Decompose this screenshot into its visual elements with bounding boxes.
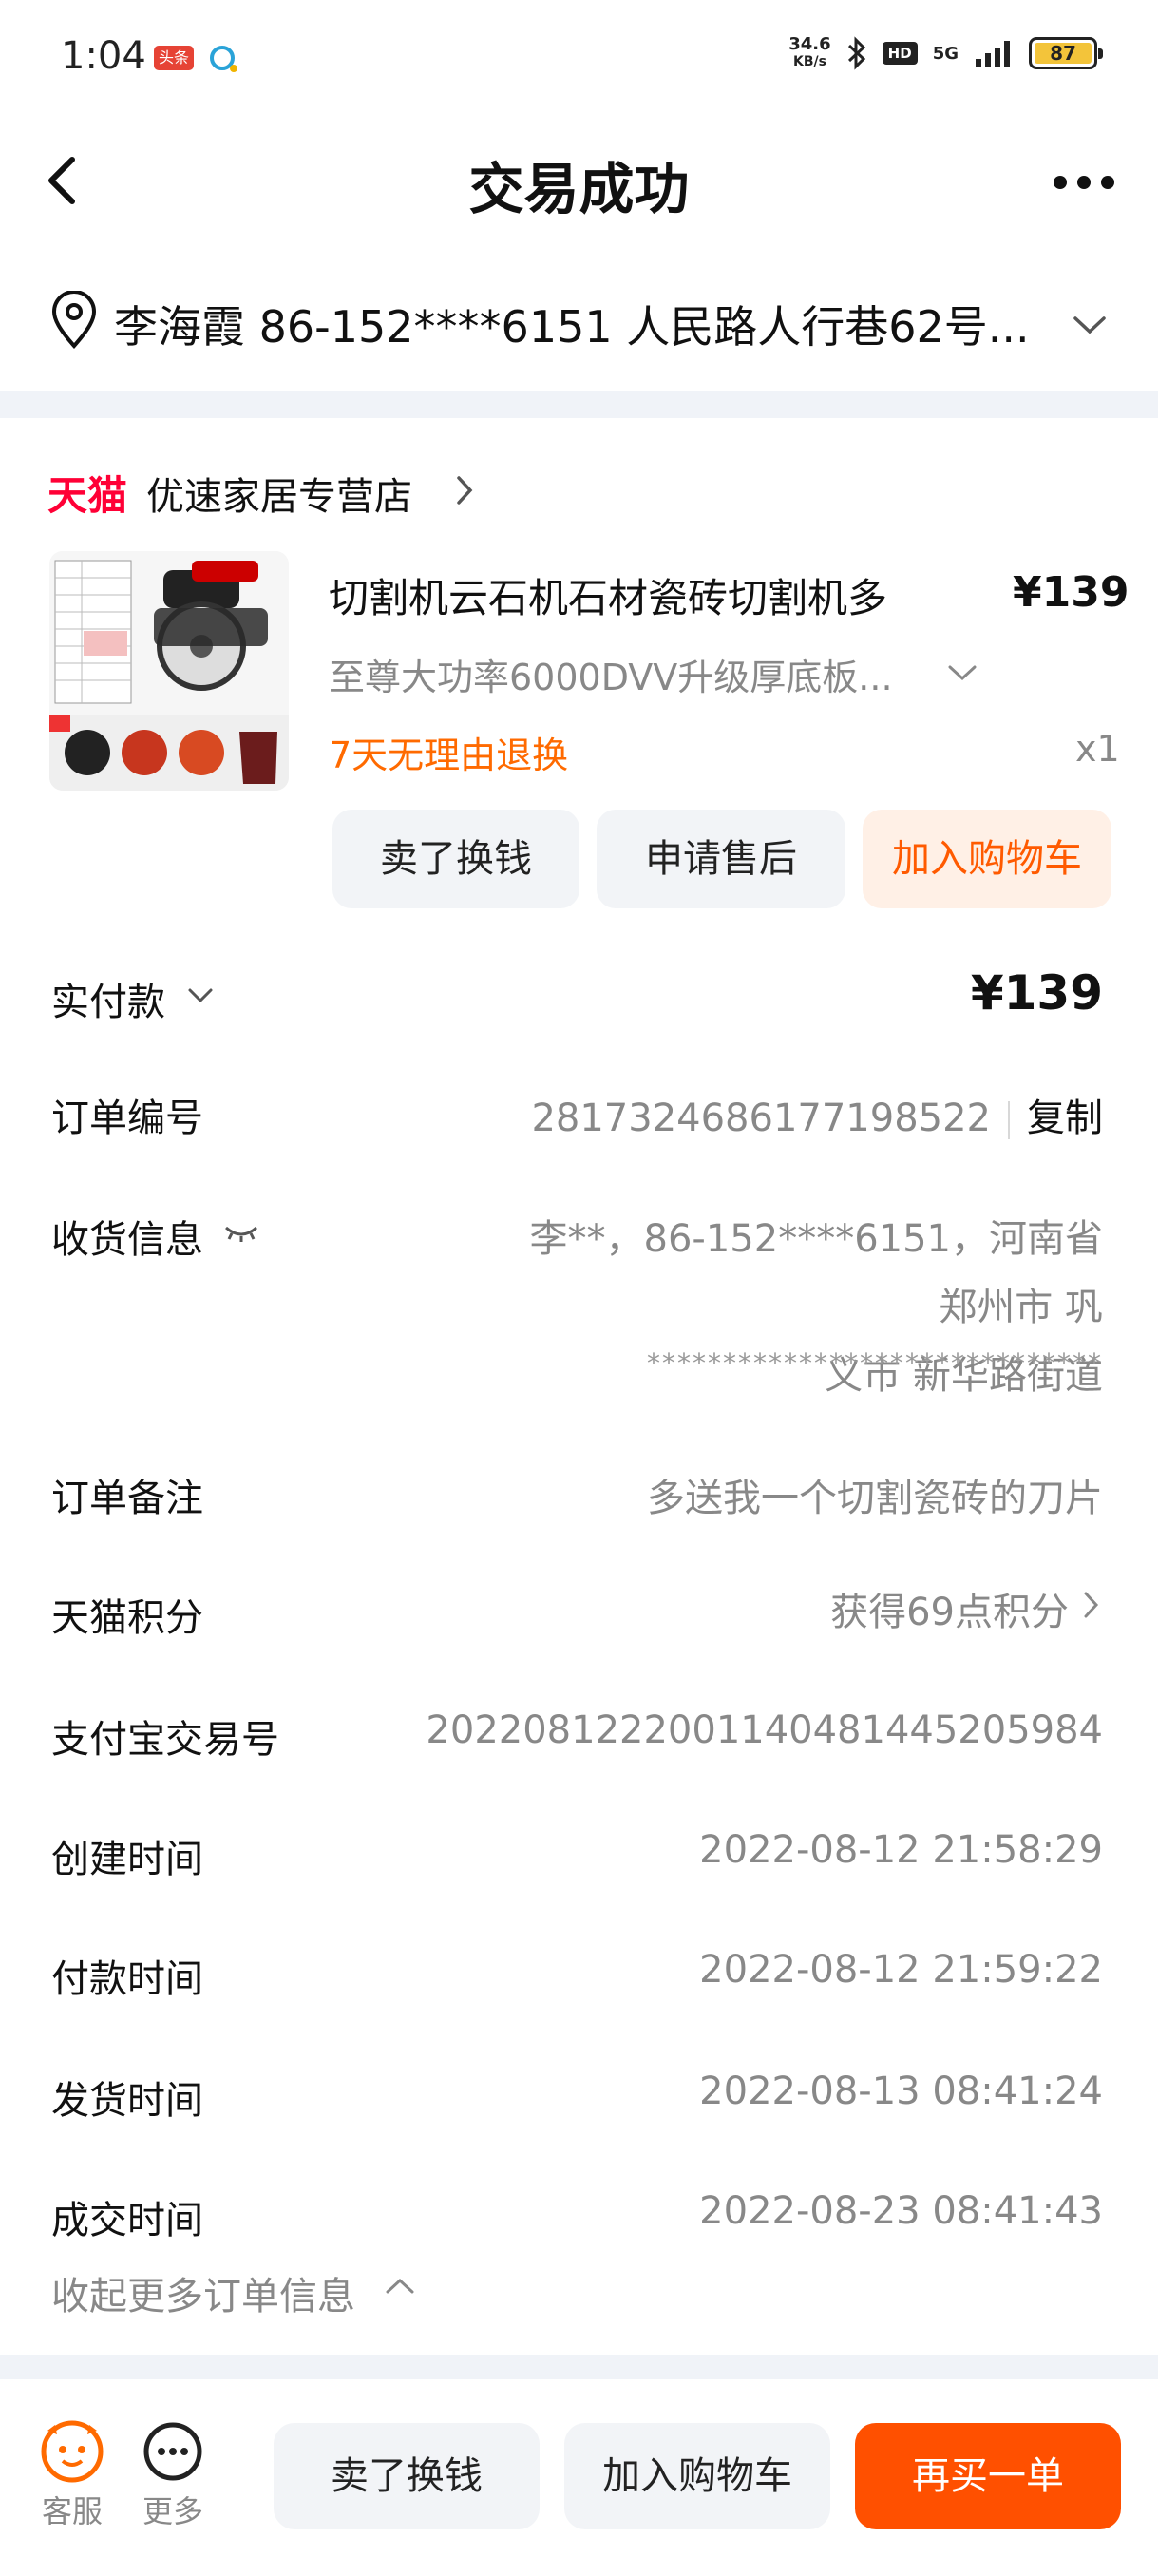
paid-chevron-down-icon[interactable] [186, 986, 215, 1005]
more-label: 更多 [142, 2493, 203, 2529]
battery-icon: 87 [1029, 37, 1103, 69]
customer-service-label: 客服 [41, 2493, 103, 2529]
sku-chevron-down-icon[interactable] [946, 663, 978, 684]
order-number-label: 订单编号 [51, 1097, 203, 1140]
tmall-logo: 天猫 [47, 472, 128, 519]
address-text: 李海霞 86-152****6151 人民路人行巷62号... [114, 301, 1030, 353]
buy-again-button[interactable]: 再买一单 [855, 2423, 1121, 2529]
shipped-time-value: 2022-08-13 08:41:24 [699, 2070, 1103, 2113]
bottom-add-to-cart-button[interactable]: 加入购物车 [564, 2423, 830, 2529]
order-number-row: 2817324686177198522 复制 [531, 1087, 1103, 1142]
customer-service-icon [41, 2420, 104, 2483]
divider [1008, 1101, 1010, 1139]
status-time: 1:04 [61, 34, 146, 78]
section-divider [0, 391, 1158, 418]
copy-button[interactable]: 复制 [1027, 1097, 1103, 1140]
more-circle-icon [143, 2422, 202, 2481]
chevron-right-icon[interactable] [454, 473, 475, 507]
signal-icon [976, 41, 1010, 67]
more-button[interactable]: 更多 [135, 2417, 211, 2531]
tmall-points-label: 天猫积分 [51, 1596, 203, 1640]
sell-button[interactable]: 卖了换钱 [332, 810, 579, 908]
deal-time-value: 2022-08-23 08:41:43 [699, 2189, 1103, 2233]
alipay-value: 2022081222001140481445205984 [426, 1708, 1103, 1752]
product-quantity: x1 [1075, 728, 1120, 770]
shipped-time-label: 发货时间 [51, 2079, 203, 2123]
bottom-sell-button[interactable]: 卖了换钱 [274, 2423, 540, 2529]
toutiao-badge: 头条 [154, 46, 194, 70]
eye-closed-icon[interactable] [222, 1222, 260, 1243]
paid-time-label: 付款时间 [51, 1957, 203, 2001]
product-image[interactable] [49, 551, 289, 791]
product-title[interactable]: 切割机云石机石材瓷砖切割机多 [329, 566, 887, 624]
return-policy: 7天无理由退换 [329, 735, 569, 776]
points-chevron-right-icon[interactable] [1081, 1589, 1102, 1621]
created-time-value: 2022-08-12 21:58:29 [699, 1828, 1103, 1872]
created-time-label: 创建时间 [51, 1838, 203, 1881]
network-type: 5G [932, 43, 959, 64]
more-dots-icon[interactable] [1051, 163, 1117, 201]
location-pin-icon [51, 291, 97, 350]
order-note-value: 多送我一个切割瓷砖的刀片 [647, 1477, 1103, 1520]
shop-name[interactable]: 优速家居专营店 [146, 466, 412, 521]
tmall-points-value[interactable]: 获得69点积分 [830, 1581, 1069, 1636]
section-divider [0, 2355, 1158, 2379]
collapse-order-info[interactable]: 收起更多订单信息 [51, 2265, 355, 2320]
add-to-cart-button[interactable]: 加入购物车 [863, 810, 1111, 908]
status-bar: 1:04 头条 34.6 KB/s HD 5G 87 [0, 0, 1158, 114]
chat-bubble-icon [210, 46, 237, 72]
customer-service-button[interactable]: 客服 [34, 2417, 110, 2531]
paid-label[interactable]: 实付款 [51, 971, 165, 1026]
chevron-up-icon[interactable] [384, 2275, 416, 2298]
shipping-info-label: 收货信息 [51, 1218, 203, 1262]
shipping-detail-masked: ****************************** [647, 1347, 1103, 1379]
deal-time-label: 成交时间 [51, 2199, 203, 2242]
product-sku[interactable]: 至尊大功率6000DVV升级厚底板... [329, 648, 893, 700]
order-number-value: 2817324686177198522 [531, 1097, 991, 1140]
net-speed: 34.6 KB/s [788, 34, 831, 70]
page-title: 交易成功 [468, 157, 690, 221]
shipping-info-value: 李**，86-152****6151，河南省 郑州市 巩 义市 新华路街道 [529, 1217, 1103, 1398]
paid-time-value: 2022-08-12 21:59:22 [699, 1948, 1103, 1992]
status-right: 34.6 KB/s HD 5G 87 [788, 34, 1103, 70]
alipay-label: 支付宝交易号 [51, 1718, 279, 1762]
product-price: ¥139 [1013, 568, 1130, 617]
order-note-label: 订单备注 [51, 1477, 203, 1520]
after-sales-button[interactable]: 申请售后 [597, 810, 845, 908]
paid-amount: ¥139 [970, 965, 1103, 1021]
hd-badge: HD [882, 42, 918, 65]
bluetooth-icon [847, 36, 865, 70]
chevron-down-icon[interactable] [1072, 314, 1108, 336]
